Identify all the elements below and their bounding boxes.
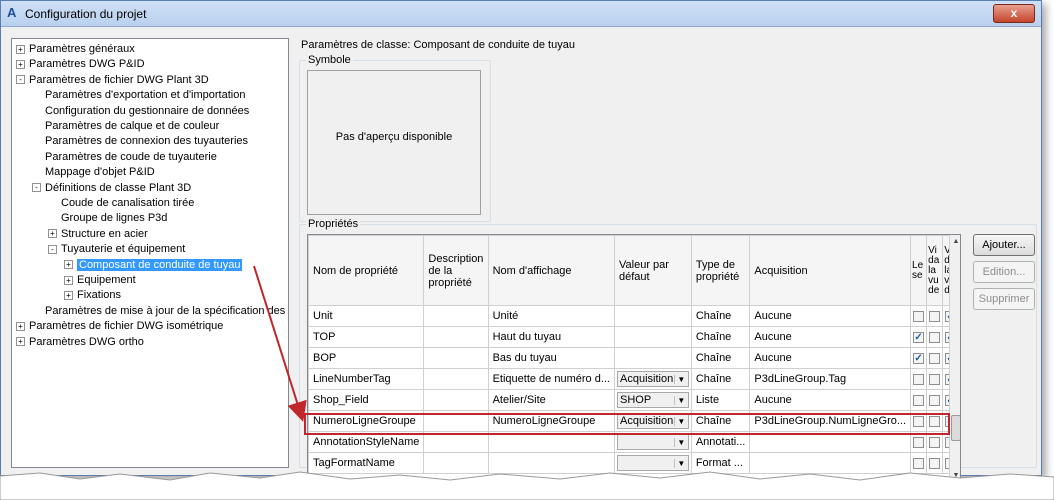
- annotation-arrow: [253, 265, 307, 422]
- torn-edge: [0, 471, 1054, 500]
- arrow-line: [253, 265, 307, 422]
